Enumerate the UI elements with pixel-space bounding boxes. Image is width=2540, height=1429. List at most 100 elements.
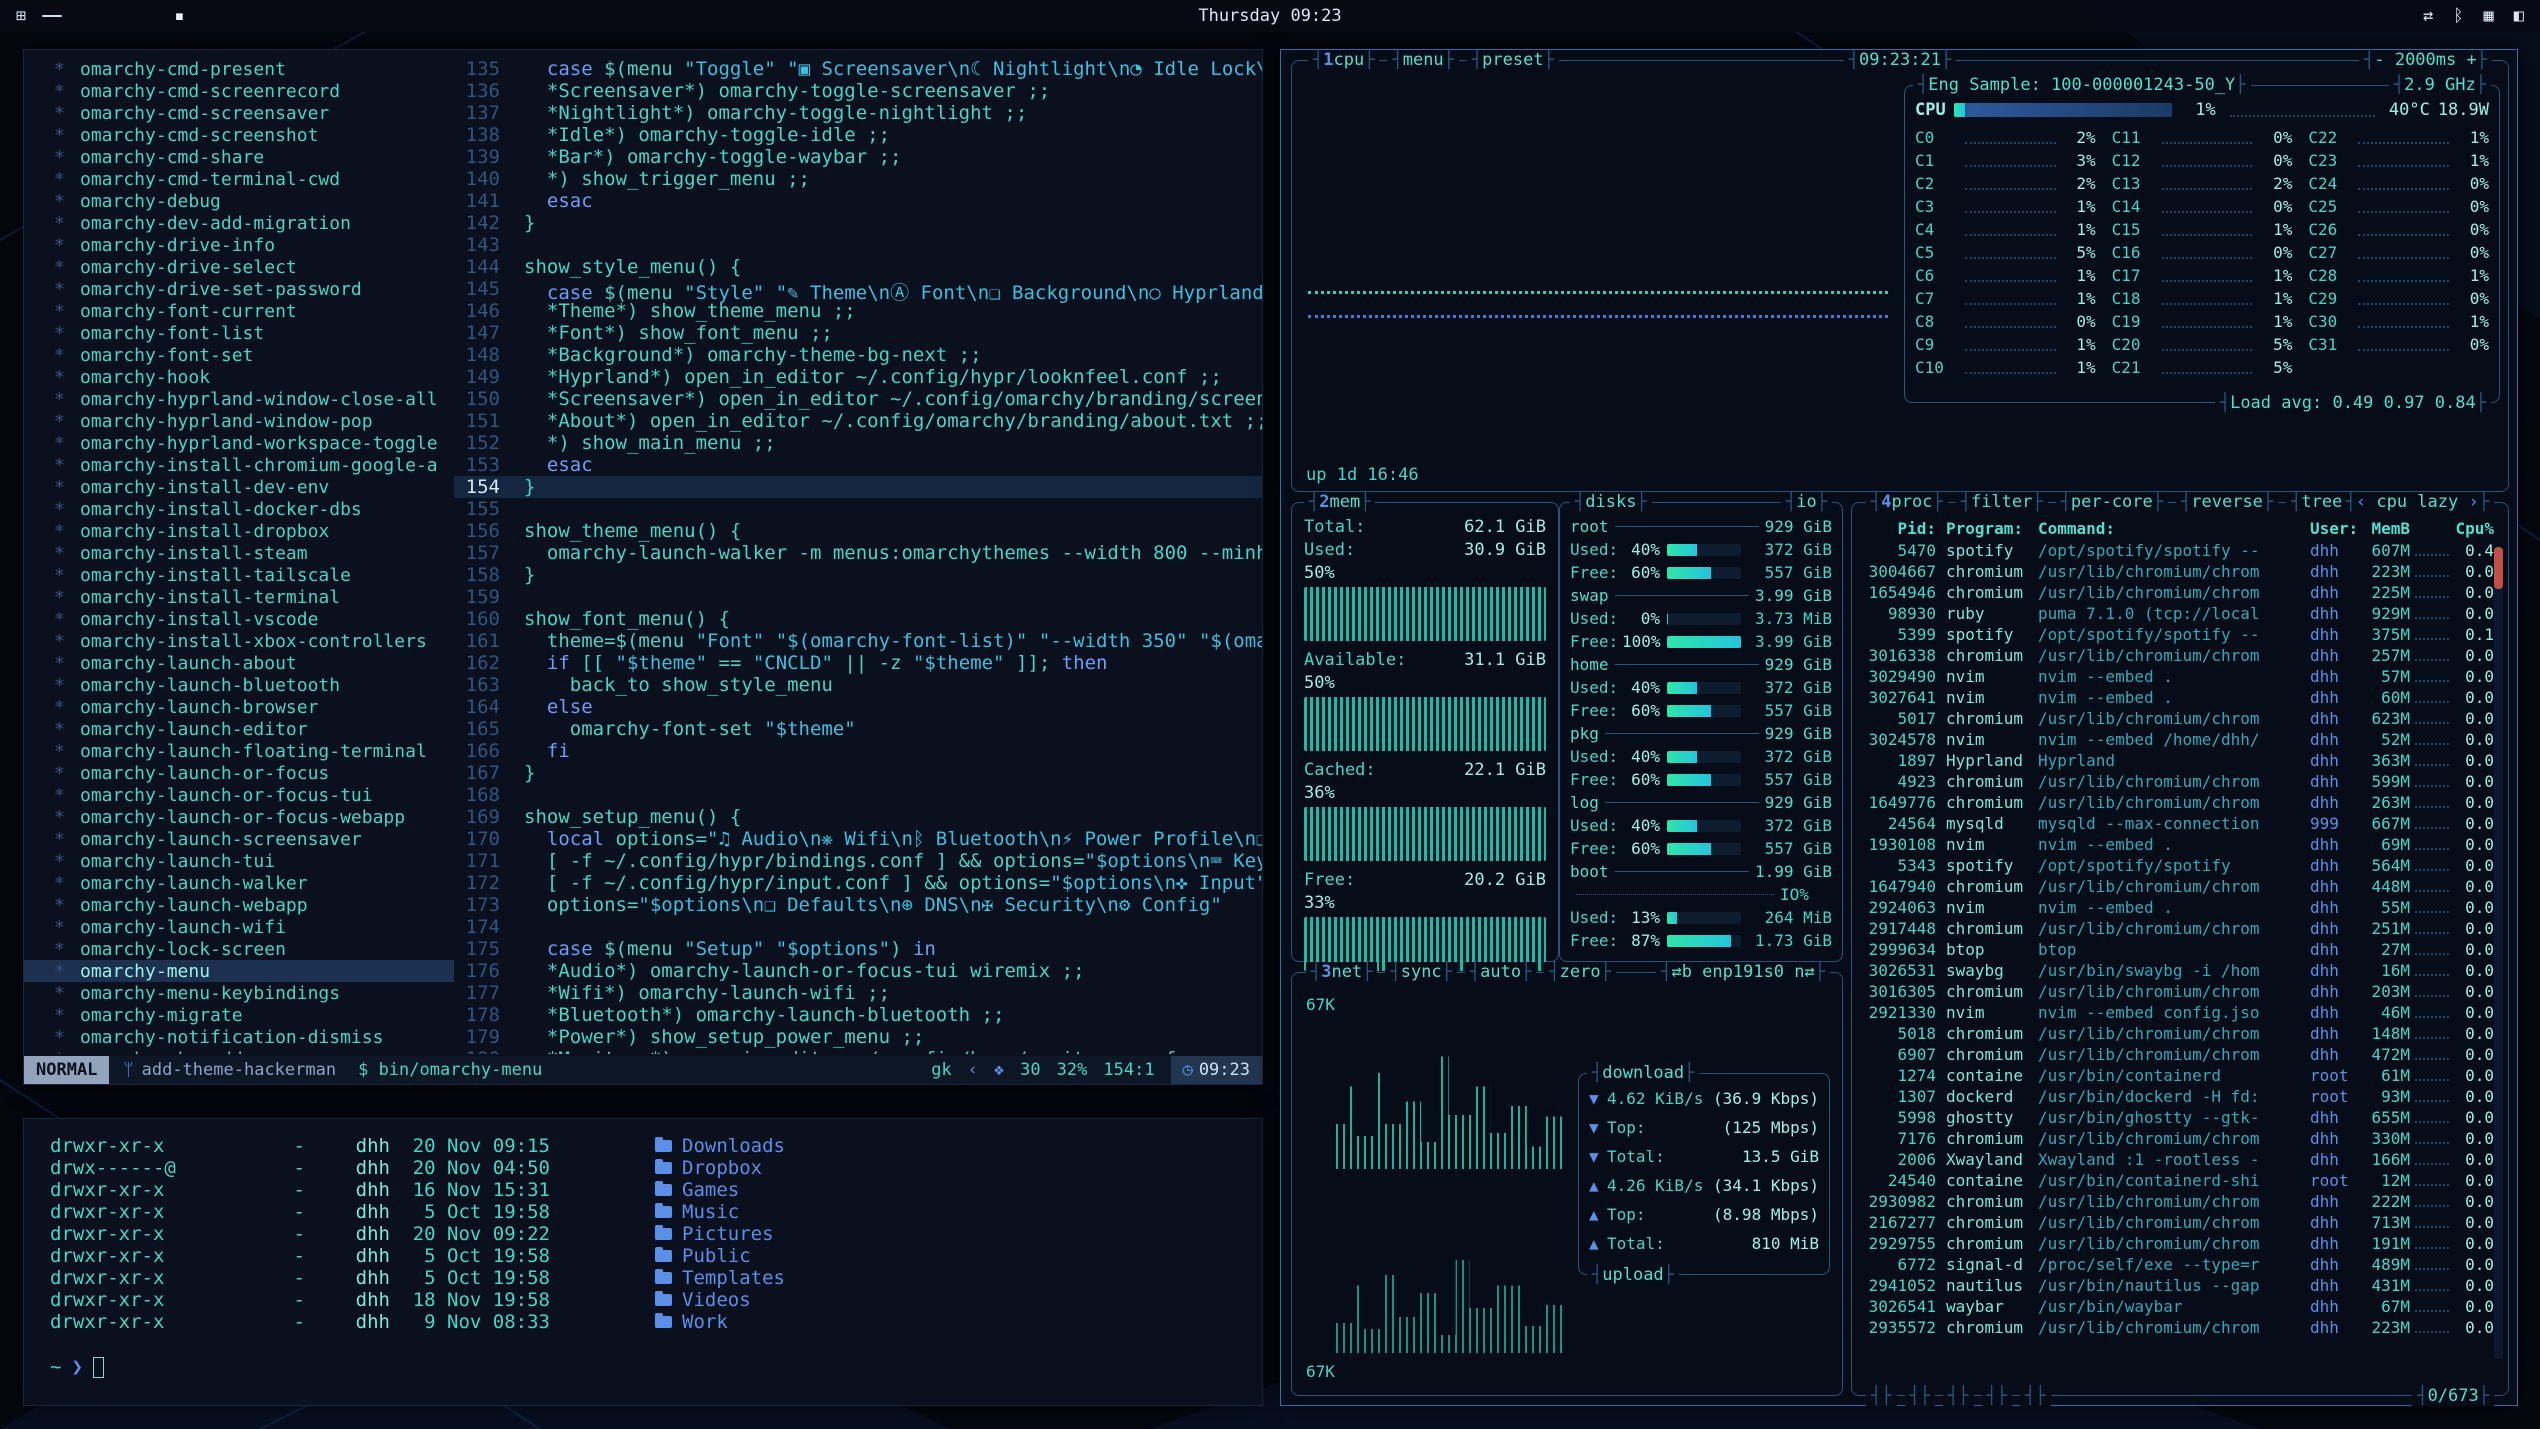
process-row[interactable]: 1649776 chromium /usr/lib/chromium/chrom… <box>1866 792 2494 813</box>
tree-item[interactable]: * omarchy-font-current <box>24 300 454 322</box>
tree-item[interactable]: * omarchy-launch-tui <box>24 850 454 872</box>
interval-plus-button[interactable]: + <box>2467 50 2477 70</box>
auto-button[interactable]: auto <box>1465 962 1536 982</box>
header-command[interactable]: Command: <box>2038 519 2310 538</box>
process-row[interactable]: 5998 ghostty /usr/bin/ghostty --gtk- dhh… <box>1866 1107 2494 1128</box>
menu-button[interactable]: menu <box>1387 50 1458 70</box>
process-row[interactable]: 2924063 nvim nvim --embed . dhh 55M 0.0 <box>1866 897 2494 918</box>
process-row[interactable]: 2917448 chromium /usr/lib/chromium/chrom… <box>1866 918 2494 939</box>
process-row[interactable]: 3016338 chromium /usr/lib/chromium/chrom… <box>1866 645 2494 666</box>
process-row[interactable]: 3027641 nvim nvim --embed . dhh 60M 0.0 <box>1866 687 2494 708</box>
process-row[interactable]: 24564 mysqld mysqld --max-connection 999… <box>1866 813 2494 834</box>
tree-item[interactable]: * omarchy-cmd-present <box>24 58 454 80</box>
tree-item[interactable]: * omarchy-drive-select <box>24 256 454 278</box>
header-cpu[interactable]: Cpu% <box>2454 519 2494 538</box>
process-row[interactable]: 3016305 chromium /usr/lib/chromium/chrom… <box>1866 981 2494 1002</box>
footer-action-button[interactable] <box>1866 1386 1897 1406</box>
process-row[interactable]: 5343 spotify /opt/spotify/spotify dhh 56… <box>1866 855 2494 876</box>
tree-item[interactable]: * omarchy-install-terminal <box>24 586 454 608</box>
process-row[interactable]: 3024578 nvim nvim --embed /home/dhh/ dhh… <box>1866 729 2494 750</box>
workspace-button[interactable] <box>42 15 62 17</box>
process-row[interactable]: 5399 spotify /opt/spotify/spotify -- dhh… <box>1866 624 2494 645</box>
workspace-button[interactable] <box>106 15 126 17</box>
tree-item[interactable]: * omarchy-launch-wifi <box>24 916 454 938</box>
interval-minus-button[interactable]: - <box>2374 50 2384 70</box>
tree-item[interactable]: * omarchy-install-chromium-google-a <box>24 454 454 476</box>
preset-button[interactable]: preset <box>1467 50 1559 70</box>
process-row[interactable]: 1654946 chromium /usr/lib/chromium/chrom… <box>1866 582 2494 603</box>
tree-item[interactable]: * omarchy-launch-webapp <box>24 894 454 916</box>
process-row[interactable]: 2929755 chromium /usr/lib/chromium/chrom… <box>1866 1233 2494 1254</box>
tree-item[interactable]: * omarchy-launch-floating-terminal <box>24 740 454 762</box>
tree-item[interactable]: * omarchy-install-tailscale <box>24 564 454 586</box>
shell-prompt[interactable]: ~ ❯ <box>50 1355 1262 1379</box>
process-row[interactable]: 5017 chromium /usr/lib/chromium/chrom dh… <box>1866 708 2494 729</box>
header-program[interactable]: Program: <box>1946 519 2038 538</box>
tree-item[interactable]: * omarchy-install-xbox-controllers <box>24 630 454 652</box>
zero-button[interactable]: zero <box>1544 962 1615 982</box>
footer-action-button[interactable] <box>1982 1386 2013 1406</box>
filter-button[interactable]: filter <box>1956 492 2048 512</box>
tree-item[interactable]: * omarchy-menu <box>24 960 454 982</box>
tree-item[interactable]: * omarchy-menu-keybindings <box>24 982 454 1004</box>
process-row[interactable]: 1647940 chromium /usr/lib/chromium/chrom… <box>1866 876 2494 897</box>
tree-item[interactable]: * omarchy-pkg-add <box>24 1048 454 1054</box>
reverse-button[interactable]: reverse <box>2176 492 2278 512</box>
tree-item[interactable]: * omarchy-launch-about <box>24 652 454 674</box>
tree-item[interactable]: * omarchy-launch-walker <box>24 872 454 894</box>
tree-item[interactable]: * omarchy-launch-editor <box>24 718 454 740</box>
process-row[interactable]: 2006 Xwayland Xwayland :1 -rootless - dh… <box>1866 1149 2494 1170</box>
tree-item[interactable]: * omarchy-font-list <box>24 322 454 344</box>
process-row[interactable]: 3004667 chromium /usr/lib/chromium/chrom… <box>1866 561 2494 582</box>
process-row[interactable]: 6772 signal-d /proc/self/exe --type=r dh… <box>1866 1254 2494 1275</box>
tree-item[interactable]: * omarchy-cmd-screensaver <box>24 102 454 124</box>
tree-item[interactable]: * omarchy-install-dev-env <box>24 476 454 498</box>
apps-icon[interactable]: ⊞ <box>16 6 26 26</box>
disks-tab[interactable]: disks <box>1570 492 1652 512</box>
tree-item[interactable]: * omarchy-cmd-screenshot <box>24 124 454 146</box>
header-user[interactable]: User: <box>2310 519 2362 538</box>
process-row[interactable]: 2921330 nvim nvim --embed config.jso dhh… <box>1866 1002 2494 1023</box>
workspace-button[interactable] <box>74 15 94 17</box>
io-tab[interactable]: io <box>1781 492 1832 512</box>
tree-item[interactable]: * omarchy-launch-browser <box>24 696 454 718</box>
tree-item[interactable]: * omarchy-cmd-screenrecord <box>24 80 454 102</box>
tree-item[interactable]: * omarchy-launch-or-focus-tui <box>24 784 454 806</box>
process-row[interactable]: 2167277 chromium /usr/lib/chromium/chrom… <box>1866 1212 2494 1233</box>
process-row[interactable]: 24540 containe /usr/bin/containerd-shi r… <box>1866 1170 2494 1191</box>
tree-item[interactable]: * omarchy-debug <box>24 190 454 212</box>
process-row[interactable]: 2930982 chromium /usr/lib/chromium/chrom… <box>1866 1191 2494 1212</box>
footer-action-button[interactable] <box>2020 1386 2051 1406</box>
process-row[interactable]: 98930 ruby puma 7.1.0 (tcp://local dhh 9… <box>1866 603 2494 624</box>
tree-item[interactable]: * omarchy-launch-or-focus <box>24 762 454 784</box>
tree-item[interactable]: * omarchy-cmd-terminal-cwd <box>24 168 454 190</box>
process-row[interactable]: 3029490 nvim nvim --embed . dhh 57M 0.0 <box>1866 666 2494 687</box>
process-row[interactable]: 5470 spotify /opt/spotify/spotify -- dhh… <box>1866 540 2494 561</box>
tree-item[interactable]: * omarchy-launch-bluetooth <box>24 674 454 696</box>
process-row[interactable]: 2935572 chromium /usr/lib/chromium/chrom… <box>1866 1317 2494 1338</box>
tree-item[interactable]: * omarchy-install-steam <box>24 542 454 564</box>
process-row[interactable]: 3026541 waybar /usr/bin/waybar dhh 67M 0… <box>1866 1296 2494 1317</box>
process-row[interactable]: 1307 dockerd /usr/bin/dockerd -H fd: roo… <box>1866 1086 2494 1107</box>
sync-button[interactable]: sync <box>1385 962 1456 982</box>
process-row[interactable]: 6907 chromium /usr/lib/chromium/chrom dh… <box>1866 1044 2494 1065</box>
sort-selector[interactable]: ‹ cpu lazy › <box>2341 492 2494 512</box>
process-row[interactable]: 5018 chromium /usr/lib/chromium/chrom dh… <box>1866 1023 2494 1044</box>
tree-item[interactable]: * omarchy-drive-set-password <box>24 278 454 300</box>
stats-icon[interactable]: ▦ <box>2484 6 2494 26</box>
process-row[interactable]: 7176 chromium /usr/lib/chromium/chrom dh… <box>1866 1128 2494 1149</box>
tree-item[interactable]: * omarchy-lock-screen <box>24 938 454 960</box>
workspace-button[interactable] <box>138 15 158 17</box>
tree-item[interactable]: * omarchy-launch-or-focus-webapp <box>24 806 454 828</box>
volume-icon[interactable]: ◧ <box>2514 6 2524 26</box>
process-row[interactable]: 2999634 btop btop dhh 27M 0.0 <box>1866 939 2494 960</box>
terminal-window[interactable]: drwxr-xr-x - dhh 20 Nov 09:15 Downloads … <box>23 1118 1263 1406</box>
bluetooth-icon[interactable]: ᛒ <box>2453 6 2463 26</box>
tree-item[interactable]: * omarchy-dev-add-migration <box>24 212 454 234</box>
tree-item[interactable]: * omarchy-hyprland-window-close-all <box>24 388 454 410</box>
process-row[interactable]: 1897 Hyprland Hyprland dhh 363M 0.0 <box>1866 750 2494 771</box>
footer-action-button[interactable] <box>1905 1386 1936 1406</box>
process-row[interactable]: 1930108 nvim nvim --embed . dhh 69M 0.0 <box>1866 834 2494 855</box>
tree-item[interactable]: * omarchy-install-dropbox <box>24 520 454 542</box>
tree-item[interactable]: * omarchy-notification-dismiss <box>24 1026 454 1048</box>
